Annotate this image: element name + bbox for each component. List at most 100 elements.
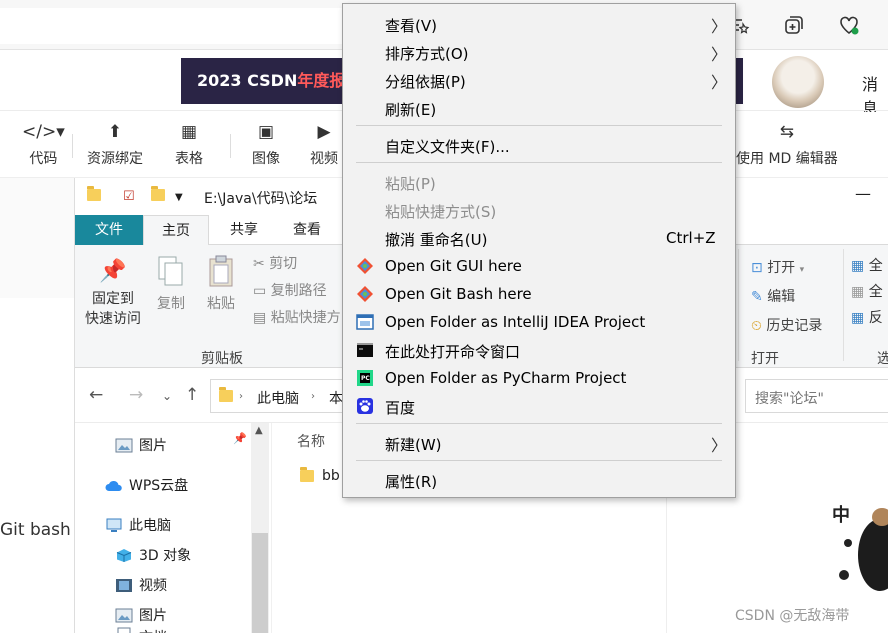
this-pc-icon xyxy=(106,518,122,532)
menu-item-label: 粘贴(P) xyxy=(385,175,436,193)
quick-access-dropdown-icon[interactable]: ▼ xyxy=(175,192,183,203)
copy-button[interactable]: 复制 xyxy=(153,255,189,313)
breadcrumb-this-pc[interactable]: 此电脑 xyxy=(257,388,299,408)
breadcrumb-drive[interactable]: 本 xyxy=(329,388,343,408)
navigation-pane: 图片 WPS云盘 此电脑 3D 对象 视频 图片 文档 xyxy=(75,423,271,633)
up-arrow-icon[interactable]: ↑ xyxy=(185,385,199,405)
md-editor-button[interactable]: ⇆ 使用 MD 编辑器 xyxy=(736,120,838,168)
history-button[interactable]: ⏲ 历史记录 xyxy=(751,315,822,335)
menu-item-open-intellij[interactable]: Open Folder as IntelliJ IDEA Project xyxy=(343,308,735,336)
nav-item-this-pc[interactable]: 此电脑 xyxy=(105,515,171,535)
open-icon: ⊡ xyxy=(751,260,763,276)
menu-item-customize-folder[interactable]: 自定义文件夹(F)... xyxy=(343,131,735,159)
nav-item-videos[interactable]: 视频 xyxy=(115,575,167,595)
avatar[interactable] xyxy=(772,56,824,108)
address-folder-icon xyxy=(219,387,233,406)
edit-icon: ✎ xyxy=(751,289,763,305)
nav-scrollbar-thumb[interactable] xyxy=(252,533,268,633)
svg-text:PC: PC xyxy=(361,375,370,382)
table-button[interactable]: ▦ 表格 xyxy=(175,120,203,168)
code-button[interactable]: </>▾ 代码 xyxy=(22,120,65,168)
tab-share[interactable]: 共享 xyxy=(219,215,269,245)
menu-item-refresh[interactable]: 刷新(E) xyxy=(343,94,735,122)
videos-icon xyxy=(116,578,132,592)
nav-label: WPS云盘 xyxy=(129,478,189,494)
wps-cloud-icon xyxy=(105,480,122,491)
menu-item-undo-rename[interactable]: 撤消 重命名(U) Ctrl+Z xyxy=(343,224,735,252)
select-all-label: 全 xyxy=(868,258,883,274)
menu-item-open-command-window[interactable]: 在此处打开命令窗口 xyxy=(343,336,735,364)
nav-item-documents[interactable]: 文档 xyxy=(115,627,167,633)
nav-item-pictures[interactable]: 图片 xyxy=(115,435,167,455)
edit-button[interactable]: ✎ 编辑 xyxy=(751,286,795,306)
git-bash-icon xyxy=(357,286,373,302)
breadcrumb-chevron-icon: › xyxy=(239,391,243,402)
menu-item-sort-by[interactable]: 排序方式(O) 〉 xyxy=(343,38,735,66)
open-button[interactable]: ⊡ 打开 ▾ xyxy=(751,257,804,277)
minimize-button[interactable]: — xyxy=(855,184,871,203)
switch-editor-icon: ⇆ xyxy=(779,122,794,142)
open-group-label: 打开 xyxy=(751,351,779,367)
select-none-button[interactable]: ▦ 全 xyxy=(851,281,883,301)
collections-icon[interactable] xyxy=(783,14,805,36)
pin-quick-access-button[interactable]: 📌 固定到 快速访问 xyxy=(85,259,141,328)
recent-locations-icon[interactable]: ⌄ xyxy=(162,389,172,403)
pin-label-line1: 固定到 xyxy=(92,291,134,307)
nav-item-wps-cloud[interactable]: WPS云盘 xyxy=(105,475,188,495)
resource-binding-button[interactable]: ⬆ 资源绑定 xyxy=(87,120,143,168)
list-item[interactable]: bb xyxy=(300,467,340,484)
forward-arrow-icon[interactable]: → xyxy=(129,385,143,405)
search-input[interactable]: 搜索"论坛" xyxy=(745,379,888,413)
nav-item-3d-objects[interactable]: 3D 对象 xyxy=(115,545,191,565)
menu-item-properties[interactable]: 属性(R) xyxy=(343,466,735,494)
scroll-up-icon[interactable]: ▲ xyxy=(255,425,263,436)
paste-button[interactable]: 粘贴 xyxy=(203,255,239,313)
toolbar-divider xyxy=(72,134,73,158)
code-label: 代码 xyxy=(29,151,58,167)
scissors-icon: ✂ xyxy=(253,256,270,272)
health-icon[interactable] xyxy=(838,14,860,36)
article-text-git-bash: Git bash xyxy=(0,520,71,540)
properties-quick-icon[interactable]: ☑ xyxy=(123,189,135,204)
image-button[interactable]: ▣ 图像 xyxy=(252,120,280,168)
select-all-button[interactable]: ▦ 全 xyxy=(851,255,883,275)
invert-selection-button[interactable]: ▦ 反 xyxy=(851,307,883,327)
video-button[interactable]: ▶ 视频 xyxy=(310,120,338,168)
new-folder-quick-icon[interactable] xyxy=(151,186,165,205)
menu-item-baidu[interactable]: 百度 xyxy=(343,392,735,420)
menu-item-open-git-gui[interactable]: Open Git GUI here xyxy=(343,252,735,280)
menu-item-open-git-bash[interactable]: Open Git Bash here xyxy=(343,280,735,308)
tab-view[interactable]: 查看 xyxy=(282,215,332,245)
menu-item-label: Open Git Bash here xyxy=(385,285,532,303)
folder-icon xyxy=(300,467,314,482)
image-icon: ▣ xyxy=(257,122,275,142)
menu-item-group-by[interactable]: 分组依据(P) 〉 xyxy=(343,66,735,94)
menu-item-new[interactable]: 新建(W) 〉 xyxy=(343,429,735,457)
menu-item-label: Open Git GUI here xyxy=(385,257,522,275)
copy-path-button[interactable]: ▭ 复制路径 xyxy=(253,280,327,300)
breadcrumb-chevron-icon: › xyxy=(311,391,315,402)
menu-separator xyxy=(356,125,722,126)
window-title-path: E:\Java\代码\论坛 xyxy=(204,191,318,207)
cut-label: 剪切 xyxy=(269,256,298,272)
menu-item-open-pycharm[interactable]: PC Open Folder as PyCharm Project xyxy=(343,364,735,392)
tab-home[interactable]: 主页 xyxy=(143,215,209,245)
table-icon: ▦ xyxy=(180,122,198,142)
pycharm-icon: PC xyxy=(357,370,373,386)
menu-item-view[interactable]: 查看(V) 〉 xyxy=(343,10,735,38)
editor-margin xyxy=(0,178,74,298)
menu-separator xyxy=(356,423,722,424)
tab-file[interactable]: 文件 xyxy=(75,215,143,245)
menu-item-label: 百度 xyxy=(385,399,416,417)
cut-button[interactable]: ✂ 剪切 xyxy=(253,253,297,273)
paste-shortcut-button[interactable]: ▤ 粘贴快捷方 xyxy=(253,307,341,327)
nav-item-pictures-2[interactable]: 图片 xyxy=(115,605,167,625)
copy-path-icon: ▭ xyxy=(253,283,271,299)
browser-address-bar[interactable] xyxy=(0,8,360,44)
nav-scrollbar[interactable]: ▲ xyxy=(251,423,269,633)
back-arrow-icon[interactable]: ← xyxy=(89,385,103,405)
column-header-name[interactable]: 名称 xyxy=(297,431,325,451)
history-label: 历史记录 xyxy=(766,318,823,334)
folder-quick-icon[interactable] xyxy=(87,186,101,205)
history-icon: ⏲ xyxy=(751,318,762,334)
